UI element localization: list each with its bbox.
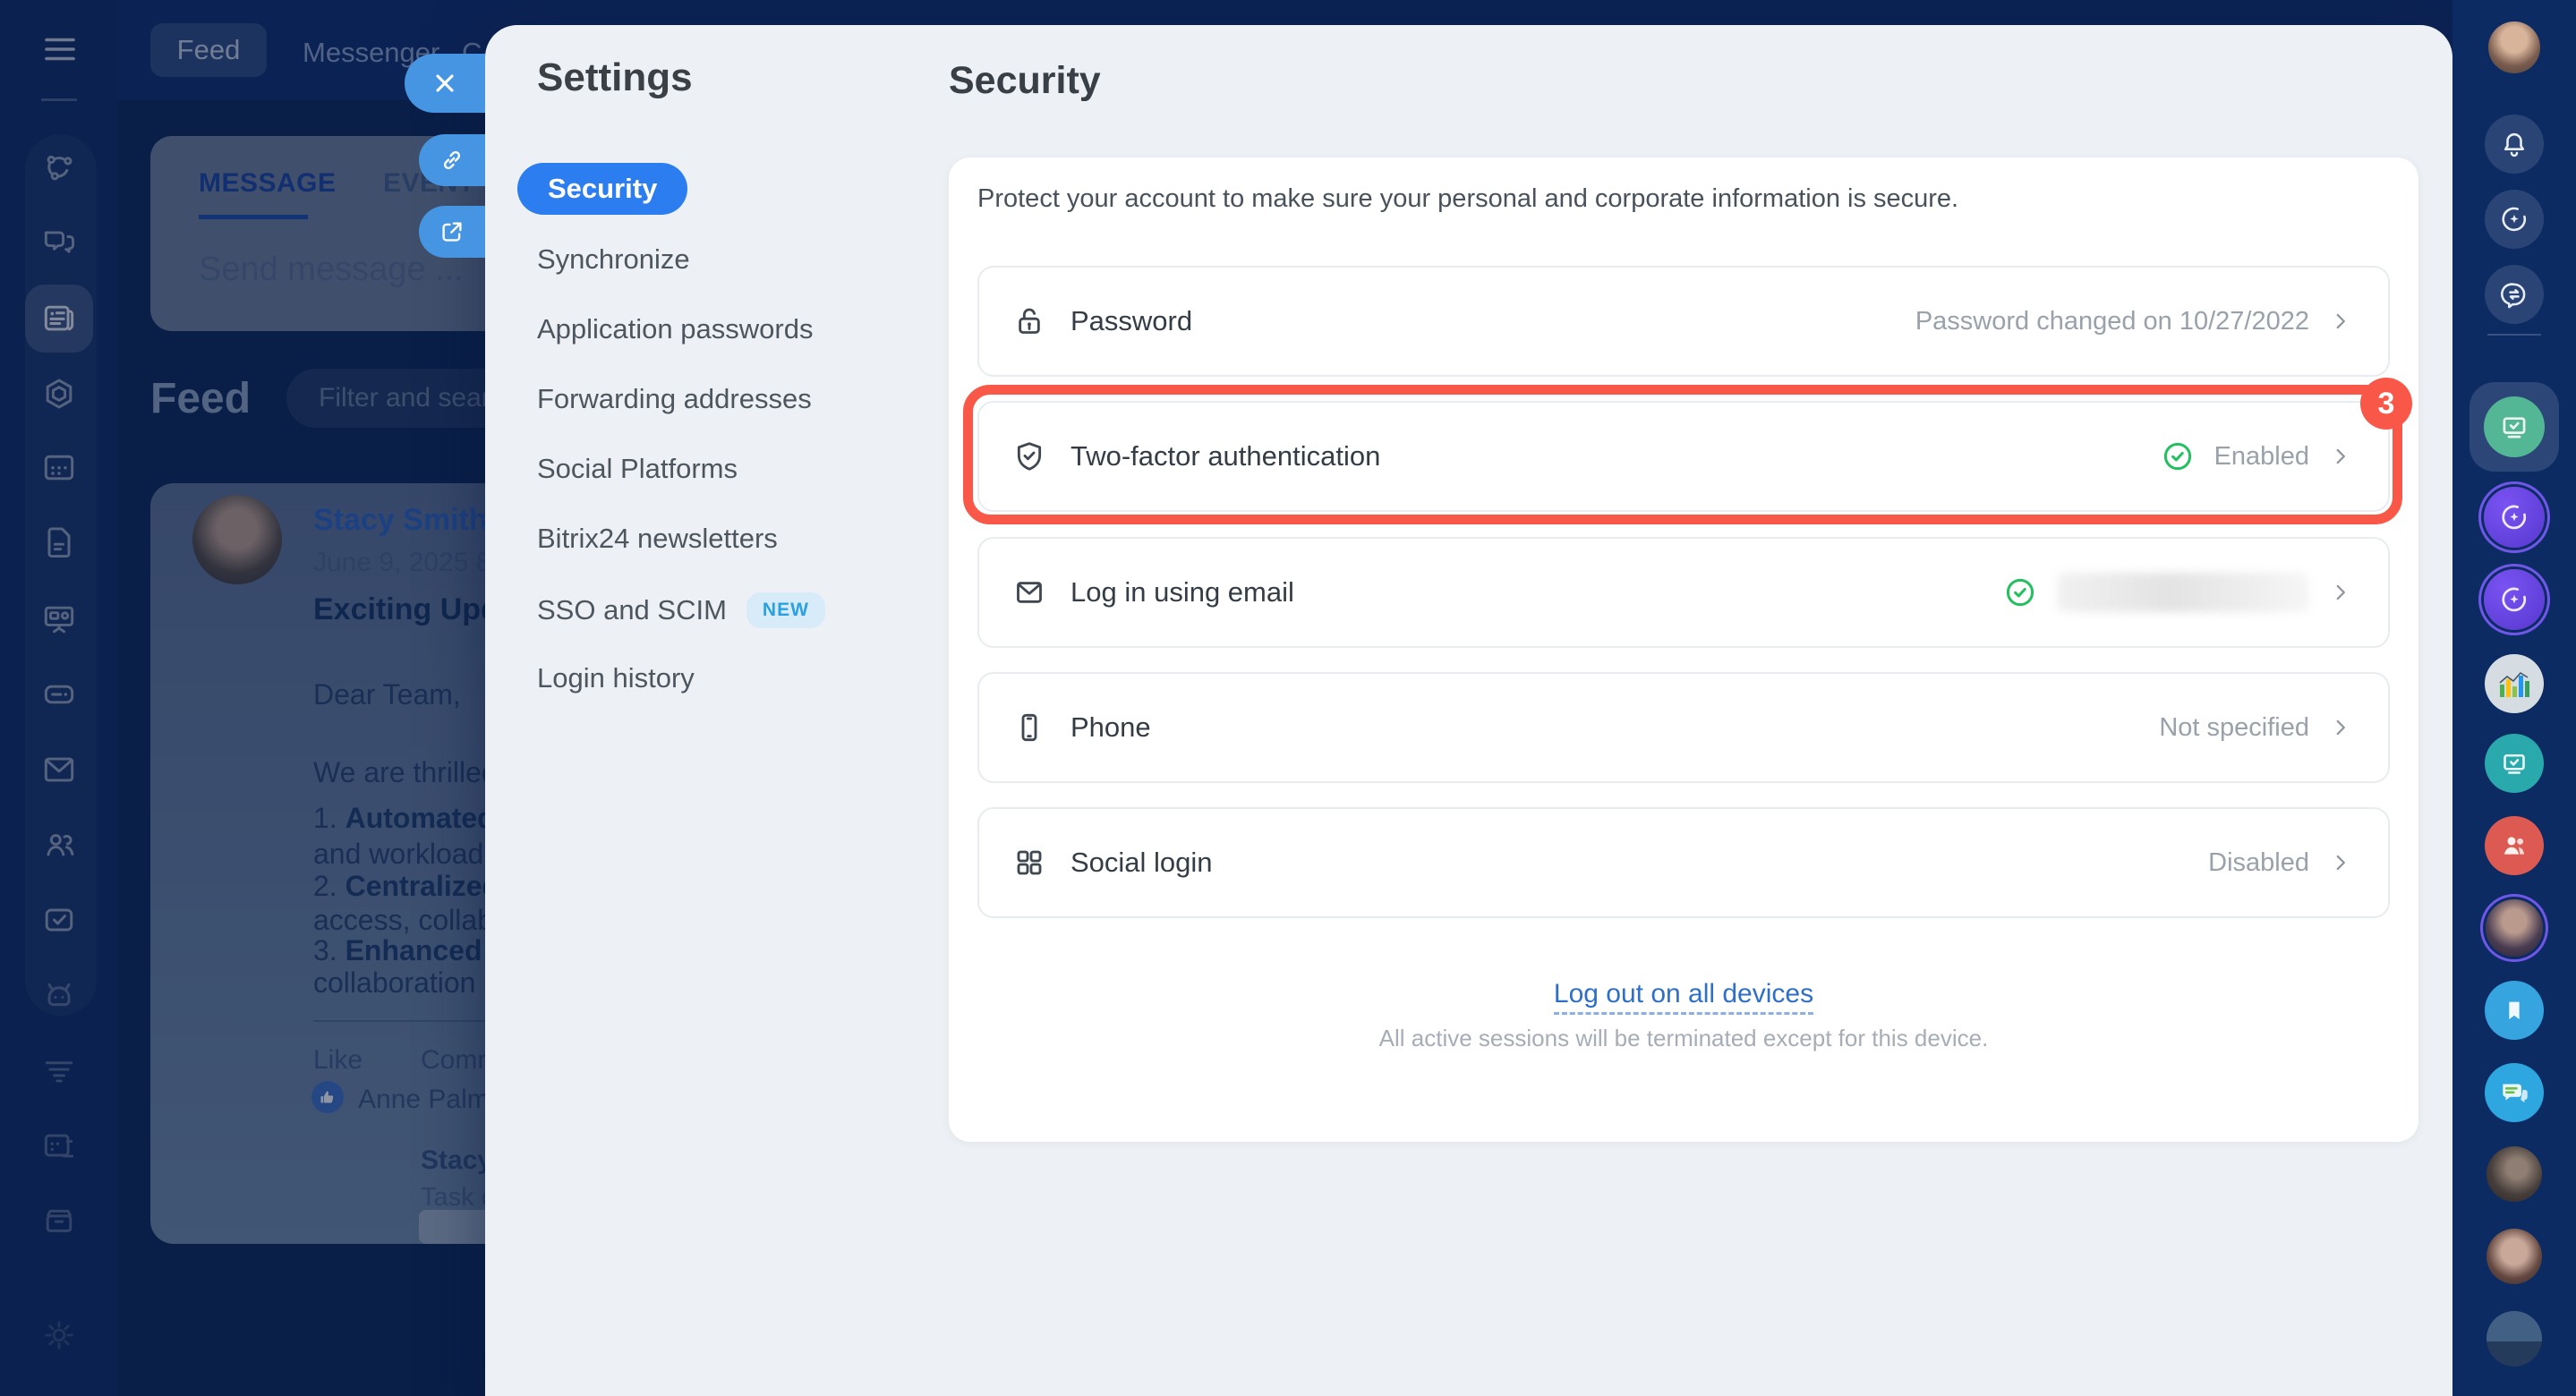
settings-nav-synchronize[interactable]: Synchronize (537, 243, 690, 276)
right-sidebar (2452, 0, 2576, 1396)
close-icon (431, 69, 459, 98)
row-meta: Not specified (2159, 712, 2309, 742)
rail-divider (2487, 334, 2541, 336)
settings-nav-application-passwords[interactable]: Application passwords (537, 313, 813, 345)
success-check-icon (2161, 439, 2195, 473)
contact-avatar[interactable] (2486, 899, 2543, 957)
open-in-new-window-button[interactable] (419, 206, 485, 258)
redacted-email-value (2057, 573, 2309, 612)
chevron-right-icon (2329, 716, 2352, 739)
user-avatar[interactable] (2488, 21, 2540, 73)
settings-nav-login-history[interactable]: Login history (537, 662, 695, 694)
chevron-right-icon (2329, 310, 2352, 333)
row-meta: Password changed on 10/27/2022 (1915, 306, 2309, 336)
security-card: Protect your account to make sure your p… (949, 157, 2418, 1142)
settings-nav-security[interactable]: Security (517, 163, 688, 215)
grid-icon (1011, 845, 1047, 881)
security-page-heading: Security (949, 59, 1101, 102)
security-row-two-factor[interactable]: Two-factor authentication Enabled (977, 401, 2390, 512)
contact-avatar[interactable] (2486, 1229, 2542, 1284)
logout-link-text[interactable]: Log out on all devices (1553, 979, 1814, 1015)
notifications-bell-icon[interactable] (2485, 115, 2544, 174)
contacts-people-icon[interactable] (2485, 816, 2544, 875)
contact-avatar[interactable] (2486, 1146, 2542, 1202)
chat-sync-icon[interactable] (2485, 265, 2544, 324)
security-row-login-email[interactable]: Log in using email (977, 537, 2390, 648)
settings-nav-forwarding-addresses[interactable]: Forwarding addresses (537, 383, 812, 415)
mail-icon (1011, 575, 1047, 610)
logout-note: All active sessions will be terminated e… (1378, 1025, 1989, 1051)
row-label: Password (1070, 305, 1193, 336)
bookmark-icon[interactable] (2485, 981, 2544, 1040)
copilot-purple-icon[interactable] (2484, 569, 2545, 630)
chat-bubbles-icon[interactable] (2485, 1063, 2544, 1122)
chart-avatar[interactable] (2485, 654, 2544, 713)
copilot-purple-icon[interactable] (2484, 487, 2545, 548)
chevron-right-icon (2329, 581, 2352, 604)
copy-link-button[interactable] (419, 134, 485, 186)
copilot-icon[interactable] (2485, 190, 2544, 249)
security-row-phone[interactable]: Phone Not specified (977, 672, 2390, 783)
settings-nav-sso-scim[interactable]: SSO and SCIM NEW (537, 592, 825, 628)
security-row-social-login[interactable]: Social login Disabled (977, 807, 2390, 918)
smartphone-icon (1011, 710, 1047, 745)
link-icon (439, 147, 465, 174)
tasks-monitor-check-icon (2484, 396, 2545, 457)
settings-modal: Settings Security Synchronize Applicatio… (485, 25, 2452, 1396)
settings-nav-bitrix24-newsletters[interactable]: Bitrix24 newsletters (537, 523, 778, 555)
nav-label: SSO and SCIM (537, 594, 727, 626)
logout-all-devices-link[interactable]: Log out on all devices (949, 979, 2418, 1015)
tasks-teal-icon[interactable] (2485, 734, 2544, 793)
settings-nav-social-platforms[interactable]: Social Platforms (537, 453, 738, 485)
settings-title: Settings (537, 55, 693, 99)
tutorial-step-badge: 3 (2360, 378, 2412, 430)
shield-check-icon (1011, 438, 1047, 474)
contact-avatar[interactable] (2486, 1311, 2542, 1366)
active-widget-frame[interactable] (2469, 382, 2559, 472)
security-description: Protect your account to make sure your p… (977, 184, 1959, 213)
success-check-icon (2003, 575, 2037, 609)
row-meta: Disabled (2208, 847, 2309, 877)
close-button[interactable] (405, 54, 485, 113)
chevron-right-icon (2329, 851, 2352, 874)
row-label: Log in using email (1070, 576, 1294, 608)
lock-icon (1011, 303, 1047, 339)
external-link-icon (439, 218, 465, 245)
row-label: Two-factor authentication (1070, 440, 1381, 472)
chevron-right-icon (2329, 445, 2352, 468)
row-meta: Enabled (2213, 441, 2309, 471)
security-row-password[interactable]: Password Password changed on 10/27/2022 (977, 266, 2390, 377)
row-label: Social login (1070, 847, 1213, 878)
new-badge: NEW (746, 592, 825, 628)
row-label: Phone (1070, 711, 1151, 743)
